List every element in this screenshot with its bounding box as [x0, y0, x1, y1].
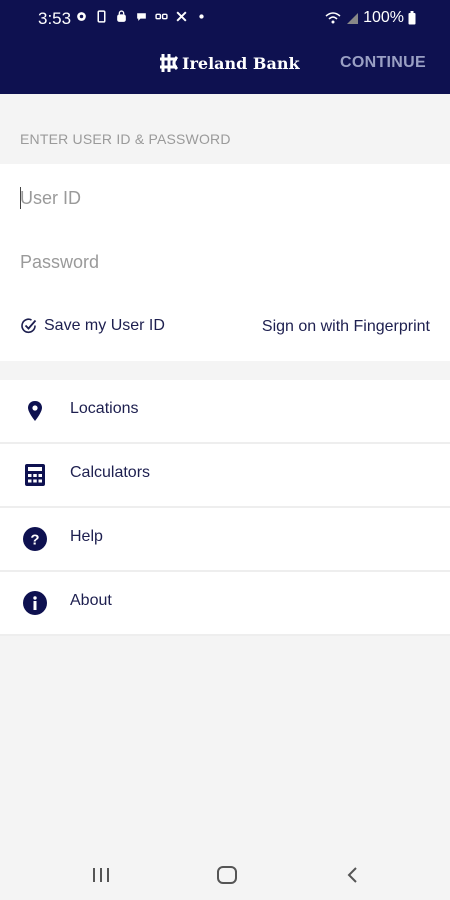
battery-level: 100% [363, 9, 404, 26]
dot-icon [199, 14, 204, 19]
x-icon [176, 11, 187, 22]
location-pin-icon [28, 401, 42, 421]
text-cursor [20, 187, 21, 209]
bag-icon [117, 10, 126, 22]
battery-icon [408, 11, 416, 25]
link-icon [155, 13, 168, 20]
recent-apps-button[interactable] [86, 862, 116, 888]
menu-item-help[interactable]: ? Help [0, 508, 450, 572]
menu-item-locations[interactable]: Locations [0, 380, 450, 444]
save-user-id-checkbox[interactable]: Save my User ID [20, 317, 165, 335]
home-button[interactable] [212, 862, 242, 888]
notification-icons [75, 10, 208, 23]
brand-logo: Ireland Bank [158, 52, 300, 74]
android-nav-bar [0, 850, 450, 900]
menu-item-about[interactable]: About [0, 572, 450, 636]
check-circle-icon [21, 318, 37, 334]
password-input[interactable] [20, 242, 430, 282]
message-icon [137, 13, 146, 21]
menu-item-label: Locations [70, 400, 139, 417]
question-icon: ? [23, 527, 47, 551]
app-bar: Ireland Bank CONTINUE [0, 38, 450, 94]
recent-apps-icon [93, 868, 109, 882]
calculator-icon [25, 464, 45, 486]
phone-icon [97, 10, 106, 23]
menu-item-label: Calculators [70, 464, 151, 481]
status-time: 3:53 [38, 9, 72, 28]
back-button[interactable] [338, 862, 368, 888]
save-user-id-label: Save my User ID [44, 317, 165, 334]
brand-name: Ireland Bank [182, 53, 300, 73]
user-id-input[interactable] [20, 178, 430, 218]
system-icons: 100% [325, 9, 416, 27]
wifi-icon [325, 12, 341, 24]
status-bar: 3:53 100% [0, 0, 450, 38]
menu-item-calculators[interactable]: Calculators [0, 444, 450, 508]
fingerprint-sign-on-link[interactable]: Sign on with Fingerprint [262, 318, 430, 336]
menu-item-label: About [70, 592, 112, 609]
login-section-label: ENTER USER ID & PASSWORD [20, 131, 231, 147]
signal-icon [347, 13, 359, 24]
home-icon [217, 866, 237, 884]
continue-button[interactable]: CONTINUE [340, 54, 426, 72]
ireland-bank-logo-icon [160, 54, 179, 72]
menu-list: Locations Calculators ? Help About [0, 380, 450, 636]
gear-icon [77, 12, 86, 21]
menu-item-label: Help [70, 528, 103, 545]
svg-text:?: ? [30, 532, 39, 549]
back-icon [347, 867, 357, 883]
info-icon [23, 591, 47, 615]
